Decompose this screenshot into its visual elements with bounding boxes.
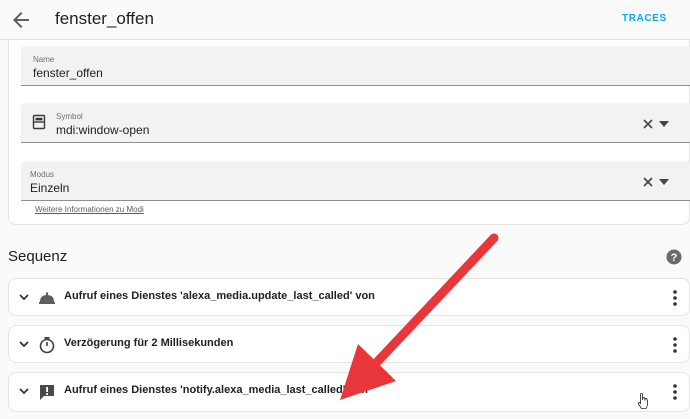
svg-text:?: ?: [671, 252, 678, 264]
window-open-icon: [32, 114, 46, 130]
clear-icon[interactable]: [641, 175, 655, 189]
more-vert-icon[interactable]: [669, 383, 681, 401]
automation-settings-card: Name fenster_offen Symbol mdi:window-ope…: [8, 40, 690, 225]
top-app-bar: fenster_offen TRACES: [0, 0, 690, 40]
name-field-label: Name: [33, 55, 55, 64]
name-field-value[interactable]: fenster_offen: [33, 66, 103, 80]
sequence-action-1[interactable]: Aufruf eines Dienstes 'alexa_media.updat…: [8, 278, 690, 316]
action-label: Verzögerung für 2 Millisekunden: [64, 337, 234, 349]
more-vert-icon[interactable]: [669, 336, 681, 354]
arrow-left-icon[interactable]: [9, 8, 33, 32]
hand-cursor-icon: [637, 393, 649, 409]
traces-button[interactable]: TRACES: [622, 13, 667, 24]
dropdown-arrow-icon[interactable]: [659, 179, 669, 185]
help-circle-icon[interactable]: ?: [666, 249, 682, 265]
symbol-field-label: Symbol: [56, 112, 83, 121]
more-vert-icon[interactable]: [669, 289, 681, 307]
bell-service-icon: [39, 292, 55, 304]
message-alert-icon: [40, 385, 54, 400]
sequence-action-2[interactable]: Verzögerung für 2 Millisekunden: [8, 325, 690, 363]
mode-field-label: Modus: [30, 170, 55, 179]
action-label: Aufruf eines Dienstes 'alexa_media.updat…: [64, 290, 375, 302]
clear-icon[interactable]: [641, 117, 655, 131]
mode-field[interactable]: Modus Einzeln: [21, 161, 690, 201]
mode-field-value[interactable]: Einzeln: [30, 181, 69, 195]
section-title-sequence: Sequenz: [8, 248, 68, 265]
sequence-action-3[interactable]: Aufruf eines Dienstes 'notify.alexa_medi…: [8, 372, 690, 412]
symbol-field-value[interactable]: mdi:window-open: [56, 123, 149, 137]
chevron-down-icon[interactable]: [19, 294, 29, 301]
name-field[interactable]: Name fenster_offen: [21, 46, 690, 86]
chevron-down-icon[interactable]: [19, 388, 29, 395]
symbol-field[interactable]: Symbol mdi:window-open: [21, 103, 690, 143]
page-title: fenster_offen: [55, 9, 154, 28]
action-label: Aufruf eines Dienstes 'notify.alexa_medi…: [64, 384, 368, 396]
mode-help-link[interactable]: Weitere Informationen zu Modi: [35, 205, 144, 214]
chevron-down-icon[interactable]: [19, 341, 29, 348]
dropdown-arrow-icon[interactable]: [659, 121, 669, 127]
timer-icon: [39, 337, 55, 354]
